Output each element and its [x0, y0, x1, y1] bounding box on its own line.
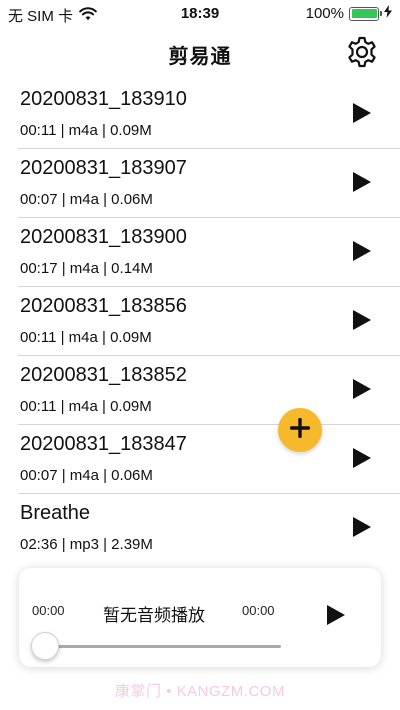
- settings-button[interactable]: [344, 36, 380, 72]
- play-icon: [326, 604, 346, 631]
- charging-icon: [384, 5, 392, 22]
- row-play-button[interactable]: [350, 240, 374, 266]
- status-bar: 无 SIM 卡 18:39 100%: [0, 0, 400, 28]
- player-current-time: 00:00: [32, 603, 65, 618]
- list-item[interactable]: 20200831_183907 00:07 | m4a | 0.06M: [18, 149, 400, 218]
- recording-title: 20200831_183910: [20, 88, 187, 110]
- player-play-button[interactable]: [324, 604, 348, 631]
- recording-title: 20200831_183907: [20, 157, 187, 179]
- list-item[interactable]: Breathe 02:36 | mp3 | 2.39M: [18, 494, 400, 563]
- play-icon: [352, 309, 372, 336]
- battery-fill: [351, 9, 377, 18]
- recording-title: 20200831_183900: [20, 226, 187, 248]
- recording-title: Breathe: [20, 502, 91, 524]
- watermark: 康掌门 • KANGZM.COM: [115, 683, 285, 700]
- row-play-button[interactable]: [350, 309, 374, 335]
- recording-list: 20200831_183910 00:11 | m4a | 0.09M 202008…: [0, 80, 400, 563]
- play-icon: [352, 171, 372, 198]
- recording-title: 20200831_183856: [20, 295, 187, 317]
- recording-title: 20200831_183847: [20, 433, 187, 455]
- list-item[interactable]: 20200831_183856 00:11 | m4a | 0.09M: [18, 287, 400, 356]
- list-item[interactable]: 20200831_183910 00:11 | m4a | 0.09M: [18, 80, 400, 149]
- play-icon: [352, 516, 372, 543]
- audio-player: 00:00 暂无音频播放 00:00: [19, 568, 381, 667]
- play-icon: [352, 447, 372, 474]
- battery-percent: 100%: [305, 5, 344, 22]
- recording-title: 20200831_183852: [20, 364, 187, 386]
- recording-meta: 00:11 | m4a | 0.09M: [20, 329, 152, 346]
- recording-meta: 00:11 | m4a | 0.09M: [20, 398, 152, 415]
- battery-icon: [349, 6, 382, 21]
- recording-meta: 00:07 | m4a | 0.06M: [20, 467, 153, 484]
- row-play-button[interactable]: [350, 171, 374, 197]
- list-item[interactable]: 20200831_183847 00:07 | m4a | 0.06M: [18, 425, 400, 494]
- progress-slider[interactable]: [31, 632, 281, 662]
- list-item[interactable]: 20200831_183852 00:11 | m4a | 0.09M: [18, 356, 400, 425]
- slider-thumb[interactable]: [31, 632, 59, 660]
- page-title: 剪易通: [168, 46, 232, 68]
- player-duration: 00:00: [242, 603, 275, 618]
- battery-cap: [379, 11, 382, 16]
- recording-meta: 02:36 | mp3 | 2.39M: [20, 536, 153, 553]
- play-icon: [352, 102, 372, 129]
- recording-meta: 00:07 | m4a | 0.06M: [20, 191, 153, 208]
- add-button[interactable]: [278, 408, 322, 452]
- plus-icon: [289, 417, 311, 444]
- list-item[interactable]: 20200831_183900 00:17 | m4a | 0.14M: [18, 218, 400, 287]
- row-play-button[interactable]: [350, 516, 374, 542]
- gear-icon: [345, 35, 379, 74]
- player-title: 暂无音频播放: [103, 606, 205, 625]
- recording-meta: 00:17 | m4a | 0.14M: [20, 260, 153, 277]
- slider-track: [33, 645, 281, 648]
- row-play-button[interactable]: [350, 102, 374, 128]
- nav-bar: 剪易通: [0, 28, 400, 80]
- play-icon: [352, 378, 372, 405]
- recording-meta: 00:11 | m4a | 0.09M: [20, 122, 152, 139]
- play-icon: [352, 240, 372, 267]
- status-right: 100%: [306, 5, 392, 22]
- row-play-button[interactable]: [350, 378, 374, 404]
- row-play-button[interactable]: [350, 447, 374, 473]
